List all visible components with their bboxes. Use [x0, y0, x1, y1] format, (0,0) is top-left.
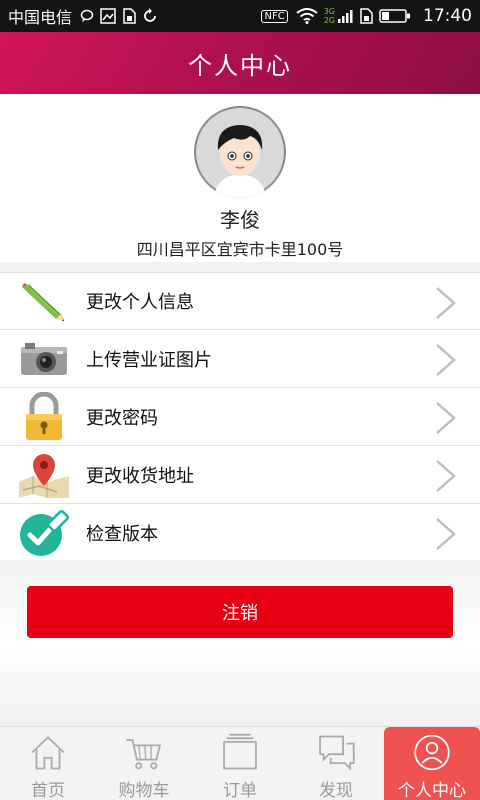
- carrier-name: 中国电信: [8, 8, 73, 27]
- lock-icon: [16, 391, 72, 442]
- user-name: 李俊: [220, 208, 260, 232]
- home-icon: [31, 736, 65, 770]
- tab-label: 发现: [319, 781, 353, 800]
- chevron-right-icon: [436, 402, 456, 434]
- profile-section: 李俊 四川昌平区宜宾市卡里100号: [0, 94, 480, 262]
- menu-item-change-address[interactable]: 更改收货地址: [0, 446, 480, 504]
- user-address: 四川昌平区宜宾市卡里100号: [136, 240, 344, 259]
- chevron-right-icon: [436, 460, 456, 492]
- app-header: 个人中心: [0, 32, 480, 94]
- wifi-icon: [296, 8, 318, 24]
- background-gradient: [0, 560, 480, 726]
- tab-label: 首页: [31, 781, 65, 800]
- chevron-right-icon: [436, 287, 456, 319]
- chat-icon: [319, 735, 355, 771]
- settings-menu: 更改个人信息 上传营业证图片 更改密码 更改收货地址 检查版本: [0, 272, 480, 562]
- menu-item-label: 更改个人信息: [86, 292, 194, 313]
- menu-item-label: 检查版本: [86, 523, 158, 545]
- tab-label: 个人中心: [398, 781, 466, 800]
- network-3g: 3G: [323, 7, 335, 16]
- tab-label: 订单: [223, 781, 257, 800]
- tab-home[interactable]: 首页: [0, 727, 96, 800]
- clock: 17:40: [423, 6, 472, 26]
- sim-icon: [122, 8, 136, 24]
- message-icon: [80, 9, 94, 23]
- tab-orders[interactable]: 订单: [192, 727, 288, 800]
- pencil-icon: [16, 276, 72, 326]
- image-icon: [100, 8, 116, 24]
- nfc-icon: NFC: [261, 9, 288, 23]
- check-badge-icon: [16, 508, 72, 558]
- tab-profile[interactable]: 个人中心: [384, 727, 480, 800]
- sync-icon: [142, 8, 158, 24]
- menu-item-upload-license[interactable]: 上传营业证图片: [0, 330, 480, 388]
- status-bar: 中国电信 NFC 3G 2G 17:40: [0, 0, 480, 32]
- tab-discover[interactable]: 发现: [288, 727, 384, 800]
- network-type: 3G 2G: [324, 7, 335, 25]
- user-avatar-icon: [196, 108, 284, 198]
- orders-icon: [223, 733, 257, 770]
- map-pin-icon: [16, 450, 72, 500]
- menu-item-check-version[interactable]: 检查版本: [0, 504, 480, 562]
- chevron-right-icon: [436, 518, 456, 550]
- cart-icon: [126, 739, 162, 770]
- tab-cart[interactable]: 购物车: [96, 727, 192, 800]
- menu-item-edit-profile[interactable]: 更改个人信息: [0, 272, 480, 330]
- network-2g: 2G: [323, 16, 335, 25]
- menu-item-label: 更改收货地址: [86, 465, 194, 487]
- user-icon: [414, 734, 450, 771]
- camera-icon: [16, 334, 72, 384]
- page-title: 个人中心: [188, 51, 292, 80]
- menu-item-label: 更改密码: [86, 407, 158, 429]
- tab-label: 购物车: [118, 781, 170, 800]
- avatar[interactable]: [194, 106, 286, 198]
- menu-item-change-password[interactable]: 更改密码: [0, 388, 480, 446]
- battery-icon: [379, 8, 411, 24]
- menu-item-label: 上传营业证图片: [86, 349, 212, 371]
- sim-card-icon: [359, 8, 373, 24]
- signal-icon: [337, 8, 353, 24]
- bottom-tab-bar: 首页 购物车 订单 发现 个人中心: [0, 726, 480, 800]
- chevron-right-icon: [436, 344, 456, 376]
- logout-button[interactable]: 注销: [27, 586, 453, 638]
